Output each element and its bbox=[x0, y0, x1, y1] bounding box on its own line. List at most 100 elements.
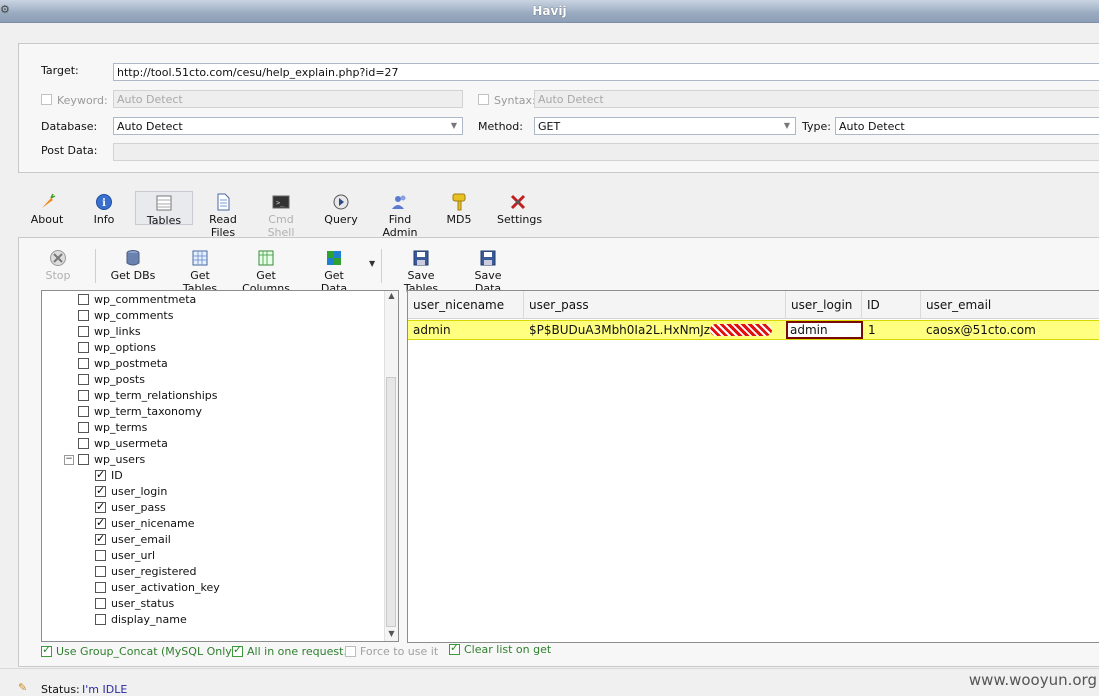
table-checkbox[interactable] bbox=[78, 454, 89, 465]
scrollbar-thumb[interactable] bbox=[386, 377, 396, 627]
about-button[interactable]: About bbox=[30, 193, 64, 226]
column-checkbox[interactable] bbox=[95, 566, 106, 577]
column-checkbox[interactable] bbox=[95, 467, 106, 483]
data-grid[interactable]: user_nicename user_pass user_login ID us… bbox=[407, 290, 1099, 643]
force-option[interactable]: Force to use it bbox=[345, 645, 438, 658]
tree-column-item[interactable]: display_name bbox=[95, 612, 187, 628]
column-checkbox[interactable] bbox=[95, 531, 106, 547]
postdata-input[interactable] bbox=[113, 143, 1099, 161]
column-checkbox[interactable] bbox=[95, 550, 106, 561]
info-button[interactable]: i Info bbox=[90, 193, 118, 226]
tree-column-item[interactable]: user_status bbox=[95, 596, 174, 612]
collapse-icon[interactable]: − bbox=[64, 455, 74, 465]
find-admin-button[interactable]: Find Admin bbox=[372, 193, 428, 239]
tree-table-item[interactable]: wp_term_relationships bbox=[78, 388, 218, 404]
keyword-input[interactable]: Auto Detect bbox=[113, 90, 463, 108]
database-select[interactable]: Auto Detect ▼ bbox=[113, 117, 463, 135]
get-dbs-button[interactable]: Get DBs bbox=[110, 249, 156, 282]
checkbox[interactable] bbox=[41, 643, 52, 657]
read-files-label: Read Files bbox=[209, 213, 237, 239]
tables-tree[interactable]: wp_commentmeta wp_comments wp_links wp_opti… bbox=[41, 290, 399, 642]
cell-user-nicename[interactable]: admin bbox=[408, 321, 524, 339]
tree-table-item[interactable]: wp_links bbox=[78, 324, 141, 340]
cmd-shell-button[interactable]: >_ Cmd Shell bbox=[256, 193, 306, 239]
tree-table-item[interactable]: wp_commentmeta bbox=[78, 292, 196, 308]
query-button[interactable]: Query bbox=[324, 193, 358, 226]
table-row[interactable]: admin $P$BUDuA3Mbh0Ia2L.HxNmJz admin 1 c… bbox=[408, 320, 1099, 340]
settings-button[interactable]: Settings bbox=[497, 193, 542, 226]
tree-table-item[interactable]: wp_postmeta bbox=[78, 356, 168, 372]
column-header-id[interactable]: ID bbox=[862, 291, 921, 319]
table-name: wp_usermeta bbox=[94, 437, 168, 450]
svg-text:i: i bbox=[102, 198, 106, 209]
get-tables-button[interactable]: Get Tables bbox=[172, 249, 228, 295]
all-in-one-option[interactable]: All in one request. bbox=[232, 643, 347, 658]
chevron-up-icon[interactable]: ▲ bbox=[385, 291, 398, 303]
table-checkbox[interactable] bbox=[78, 342, 89, 353]
syntax-checkbox[interactable] bbox=[478, 94, 489, 105]
tree-scrollbar[interactable]: ▲ ▼ bbox=[384, 291, 398, 641]
checkbox[interactable] bbox=[345, 646, 356, 657]
cell-user-pass[interactable]: $P$BUDuA3Mbh0Ia2L.HxNmJz bbox=[524, 321, 786, 339]
table-checkbox[interactable] bbox=[78, 422, 89, 433]
read-files-button[interactable]: Read Files bbox=[197, 193, 249, 239]
cell-id[interactable]: 1 bbox=[863, 321, 921, 339]
table-checkbox[interactable] bbox=[78, 358, 89, 369]
table-checkbox[interactable] bbox=[78, 294, 89, 305]
column-header-user-email[interactable]: user_email bbox=[921, 291, 1099, 319]
tree-table-item[interactable]: wp_term_taxonomy bbox=[78, 404, 202, 420]
column-checkbox[interactable] bbox=[95, 598, 106, 609]
column-checkbox[interactable] bbox=[95, 499, 106, 515]
tables-icon bbox=[192, 250, 208, 266]
stop-button[interactable]: Stop bbox=[43, 249, 73, 282]
table-checkbox[interactable] bbox=[78, 374, 89, 385]
tree-table-item[interactable]: wp_options bbox=[78, 340, 156, 356]
tree-column-item[interactable]: user_url bbox=[95, 548, 155, 564]
chevron-down-icon[interactable]: ▼ bbox=[780, 119, 794, 133]
chevron-down-icon[interactable]: ▼ bbox=[385, 629, 398, 641]
table-checkbox[interactable] bbox=[78, 390, 89, 401]
tree-column-item[interactable]: user_login bbox=[95, 483, 167, 500]
checkbox[interactable] bbox=[449, 641, 460, 655]
column-checkbox[interactable] bbox=[95, 614, 106, 625]
cell-user-email[interactable]: caosx@51cto.com bbox=[921, 321, 1099, 339]
save-data-button[interactable]: Save Data bbox=[460, 249, 516, 295]
tree-table-item[interactable]: − wp_users bbox=[64, 452, 145, 468]
method-select[interactable]: GET ▼ bbox=[534, 117, 796, 135]
tree-column-item[interactable]: user_activation_key bbox=[95, 580, 220, 596]
column-checkbox[interactable] bbox=[95, 582, 106, 593]
tree-table-item[interactable]: wp_posts bbox=[78, 372, 145, 388]
table-checkbox[interactable] bbox=[78, 406, 89, 417]
chevron-down-icon[interactable]: ▼ bbox=[447, 119, 461, 133]
tree-column-item[interactable]: user_registered bbox=[95, 564, 196, 580]
get-data-button[interactable]: Get Data bbox=[310, 249, 358, 295]
target-input[interactable]: http://tool.51cto.com/cesu/help_explain.… bbox=[113, 63, 1099, 81]
column-checkbox[interactable] bbox=[95, 515, 106, 531]
tree-column-item[interactable]: user_email bbox=[95, 531, 171, 548]
group-concat-option[interactable]: Use Group_Concat (MySQL Only) bbox=[41, 643, 236, 658]
md5-button[interactable]: MD5 bbox=[446, 193, 472, 226]
keyword-checkbox[interactable] bbox=[41, 94, 52, 105]
clear-list-option[interactable]: Clear list on get bbox=[449, 641, 551, 656]
cell-user-login[interactable]: admin bbox=[786, 321, 863, 339]
syntax-input[interactable]: Auto Detect bbox=[534, 90, 1099, 108]
tree-column-item[interactable]: ID bbox=[95, 467, 123, 484]
get-columns-button[interactable]: Get Columns bbox=[234, 249, 298, 295]
checkbox[interactable] bbox=[232, 643, 243, 657]
get-data-dropdown[interactable]: ▼ bbox=[369, 259, 375, 268]
type-select[interactable]: Auto Detect bbox=[835, 117, 1099, 135]
tree-table-item[interactable]: wp_comments bbox=[78, 308, 173, 324]
column-header-user-pass[interactable]: user_pass bbox=[524, 291, 786, 319]
tree-table-item[interactable]: wp_usermeta bbox=[78, 436, 168, 452]
table-checkbox[interactable] bbox=[78, 326, 89, 337]
column-checkbox[interactable] bbox=[95, 483, 106, 499]
tree-column-item[interactable]: user_nicename bbox=[95, 515, 195, 532]
save-tables-button[interactable]: Save Tables bbox=[390, 249, 452, 295]
tree-column-item[interactable]: user_pass bbox=[95, 499, 166, 516]
tree-table-item[interactable]: wp_terms bbox=[78, 420, 147, 436]
table-checkbox[interactable] bbox=[78, 310, 89, 321]
table-checkbox[interactable] bbox=[78, 438, 89, 449]
column-header-user-nicename[interactable]: user_nicename bbox=[408, 291, 524, 319]
tables-tab[interactable]: Tables bbox=[135, 191, 193, 227]
column-header-user-login[interactable]: user_login bbox=[786, 291, 862, 319]
